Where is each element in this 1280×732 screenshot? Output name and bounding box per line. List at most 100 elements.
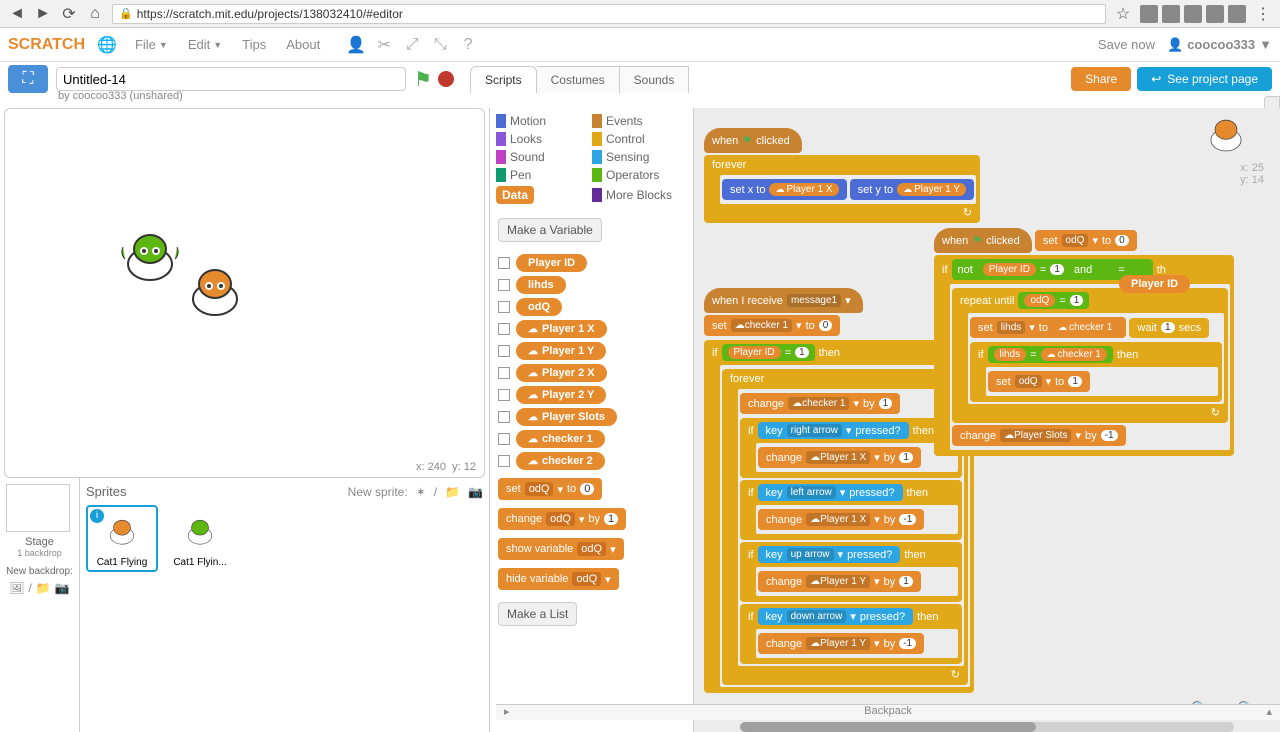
sprite-item-cat2[interactable]: Cat1 Flyin... bbox=[164, 505, 236, 572]
if-lihds[interactable]: iflihds=checker 1then setodQ▾to1 bbox=[970, 342, 1222, 402]
menu-icon[interactable]: ⋮ bbox=[1254, 5, 1272, 23]
save-now[interactable]: Save now bbox=[1098, 37, 1155, 52]
change-slots-block[interactable]: change☁Player Slots▾by-1 bbox=[952, 425, 1126, 446]
var-pill-p2x[interactable]: Player 2 X bbox=[516, 364, 607, 382]
scissors-icon[interactable]: ✂ bbox=[374, 35, 394, 55]
scroll-thumb[interactable] bbox=[740, 722, 1036, 732]
var-pill-p1x[interactable]: Player 1 X bbox=[516, 320, 607, 338]
var-pill-slots[interactable]: Player Slots bbox=[516, 408, 617, 426]
forever-block-2[interactable]: forever change☁checker 1▾by1 ifkeyright … bbox=[722, 369, 968, 685]
forever-block[interactable]: forever set x toPlayer 1 X set y toPlaye… bbox=[704, 155, 980, 223]
block-hide-var[interactable]: hide variableodQ▾ bbox=[498, 568, 619, 590]
make-list-button[interactable]: Make a List bbox=[498, 602, 577, 626]
scripts-area[interactable]: x: 25 y: 14 when⚑clicked forever set x t… bbox=[694, 108, 1280, 732]
set-x-block[interactable]: set x toPlayer 1 X bbox=[722, 179, 847, 200]
project-title-input[interactable] bbox=[56, 67, 406, 91]
var-checkbox[interactable] bbox=[498, 257, 510, 269]
paint-backdrop-icon[interactable]: / bbox=[28, 581, 31, 595]
sprite-cat-green[interactable] bbox=[115, 229, 185, 289]
paint-sprite-icon[interactable]: / bbox=[434, 485, 437, 499]
upload-sprite-icon[interactable]: 📁 bbox=[445, 485, 460, 499]
scratch-logo[interactable]: SCRATCH bbox=[8, 36, 85, 54]
reload-icon[interactable]: ⟳ bbox=[60, 5, 78, 23]
stage-thumb[interactable] bbox=[6, 484, 70, 532]
ext-icon[interactable] bbox=[1140, 5, 1158, 23]
scroll-horizontal[interactable] bbox=[740, 722, 1234, 732]
set-odq-block[interactable]: setodQ▾to0 bbox=[1035, 230, 1137, 251]
cat-control[interactable]: Control bbox=[590, 130, 686, 148]
tab-scripts[interactable]: Scripts bbox=[470, 66, 537, 93]
set-chk1-block[interactable]: set☁checker 1▾to0 bbox=[704, 315, 840, 336]
if-down[interactable]: ifkeydown arrow▾pressed?then change☁Play… bbox=[740, 604, 962, 664]
cat-looks[interactable]: Looks bbox=[494, 130, 590, 148]
star-icon[interactable]: ☆ bbox=[1114, 5, 1132, 23]
sprite-cat-orange[interactable] bbox=[180, 264, 250, 324]
block-set[interactable]: setodQ▾to0 bbox=[498, 478, 602, 500]
hat-when-flag-2[interactable]: when⚑clicked bbox=[934, 228, 1032, 253]
make-variable-button[interactable]: Make a Variable bbox=[498, 218, 602, 242]
globe-icon[interactable]: 🌐 bbox=[97, 35, 117, 55]
change-chk1-block[interactable]: change☁checker 1▾by1 bbox=[740, 393, 900, 414]
cat-operators[interactable]: Operators bbox=[590, 166, 686, 184]
script-stack-3[interactable]: when⚑clicked setodQ▾to0 if not Player ID… bbox=[934, 228, 1234, 456]
camera-backdrop-icon[interactable]: 📷 bbox=[55, 581, 70, 595]
cat-data[interactable]: Data bbox=[494, 184, 590, 206]
upload-backdrop-icon[interactable]: 📁 bbox=[36, 581, 51, 595]
green-flag-icon[interactable]: ⚑ bbox=[414, 67, 432, 92]
choose-backdrop-icon[interactable]: 🖼 bbox=[9, 581, 24, 595]
cat-events[interactable]: Events bbox=[590, 112, 686, 130]
cat-more[interactable]: More Blocks bbox=[590, 184, 686, 206]
url-bar[interactable]: 🔒 https://scratch.mit.edu/projects/13803… bbox=[112, 4, 1106, 24]
block-change[interactable]: changeodQ▾by1 bbox=[498, 508, 626, 530]
back-icon[interactable]: ◄ bbox=[8, 5, 26, 23]
ext-icon[interactable] bbox=[1206, 5, 1224, 23]
sprite-info-icon[interactable]: i bbox=[90, 509, 104, 523]
user-menu[interactable]: 👤 coocoo333 ▼ bbox=[1167, 37, 1272, 53]
ext-icon[interactable] bbox=[1184, 5, 1202, 23]
if-left[interactable]: ifkeyleft arrow▾pressed?then change☁Play… bbox=[740, 480, 962, 540]
about-menu[interactable]: About bbox=[276, 37, 330, 52]
cat-motion[interactable]: Motion bbox=[494, 112, 590, 130]
fullscreen-icon[interactable]: ⛶ bbox=[8, 65, 48, 93]
var-pill-lihds[interactable]: lihds bbox=[516, 276, 566, 294]
wait-block[interactable]: wait1secs bbox=[1129, 318, 1209, 338]
tab-sounds[interactable]: Sounds bbox=[620, 66, 690, 93]
if-right[interactable]: ifkeyright arrow▾pressed?then change☁Pla… bbox=[740, 418, 962, 478]
share-button[interactable]: Share bbox=[1071, 67, 1131, 91]
cat-pen[interactable]: Pen bbox=[494, 166, 590, 184]
repeat-until-block[interactable]: repeat untilodQ=1 setlihds▾tochecker 1 w… bbox=[952, 288, 1228, 423]
floating-player-id-pill[interactable]: Player ID bbox=[1119, 274, 1190, 293]
file-menu[interactable]: File▼ bbox=[125, 37, 178, 52]
edit-menu[interactable]: Edit▼ bbox=[178, 37, 232, 52]
camera-sprite-icon[interactable]: 📷 bbox=[468, 485, 483, 499]
cat-sensing[interactable]: Sensing bbox=[590, 148, 686, 166]
home-icon[interactable]: ⌂ bbox=[86, 5, 104, 23]
stop-icon[interactable] bbox=[438, 71, 454, 87]
hat-when-flag[interactable]: when⚑clicked bbox=[704, 128, 802, 153]
hat-when-receive[interactable]: when I receivemessage1▾ bbox=[704, 288, 863, 313]
grow-icon[interactable]: ⤢ bbox=[402, 35, 422, 55]
stage[interactable]: x: 240 y: 12 bbox=[4, 108, 485, 478]
stamp-icon[interactable]: 👤 bbox=[346, 35, 366, 55]
sprite-item-cat1[interactable]: i Cat1 Flying bbox=[86, 505, 158, 572]
var-pill-odq[interactable]: odQ bbox=[516, 298, 562, 316]
help-icon[interactable]: ? bbox=[458, 35, 478, 55]
var-pill-p2y[interactable]: Player 2 Y bbox=[516, 386, 606, 404]
backpack-strip[interactable]: ▸ Backpack ▴ bbox=[496, 704, 1280, 720]
set-y-block[interactable]: set y toPlayer 1 Y bbox=[850, 179, 974, 200]
var-pill-chk1[interactable]: checker 1 bbox=[516, 430, 605, 448]
shrink-icon[interactable]: ⤡ bbox=[430, 35, 450, 55]
tab-costumes[interactable]: Costumes bbox=[537, 66, 620, 93]
cat-sound[interactable]: Sound bbox=[494, 148, 590, 166]
block-show-var[interactable]: show variableodQ▾ bbox=[498, 538, 624, 560]
choose-sprite-icon[interactable]: ✶ bbox=[416, 485, 426, 499]
var-pill-p1y[interactable]: Player 1 Y bbox=[516, 342, 606, 360]
if-up[interactable]: ifkeyup arrow▾pressed?then change☁Player… bbox=[740, 542, 962, 602]
forward-icon[interactable]: ► bbox=[34, 5, 52, 23]
var-pill-player-id[interactable]: Player ID bbox=[516, 254, 587, 272]
tips-menu[interactable]: Tips bbox=[232, 37, 276, 52]
var-pill-chk2[interactable]: checker 2 bbox=[516, 452, 605, 470]
project-page-button[interactable]: ↩ See project page bbox=[1137, 67, 1272, 91]
ext-icon[interactable] bbox=[1228, 5, 1246, 23]
script-stack-1[interactable]: when⚑clicked forever set x toPlayer 1 X … bbox=[704, 128, 980, 223]
